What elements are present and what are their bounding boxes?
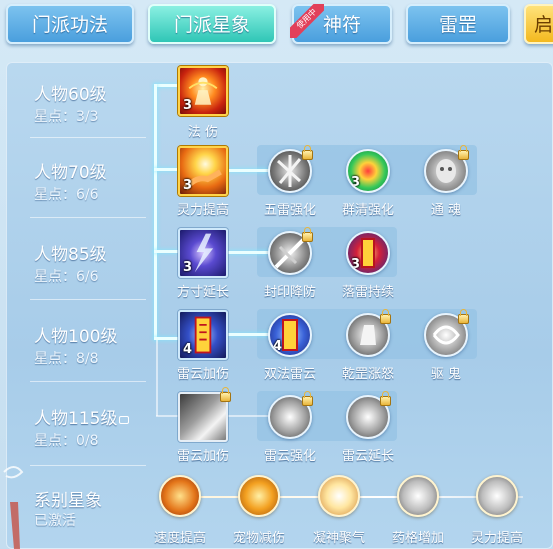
tier-85-title: 人物85级 — [34, 245, 107, 265]
skill-label: 驱 鬼 — [430, 367, 462, 382]
connector — [156, 340, 158, 416]
tier-115-title-text: 人物115级 — [34, 409, 118, 429]
skill-thunder-last[interactable]: 3 — [346, 231, 390, 275]
tier-115-title: 人物115级 — [34, 404, 130, 429]
tier-115-points: 星点：0/8 — [34, 433, 99, 449]
skill-double-cloud[interactable]: 4 — [268, 313, 312, 357]
tier-70-points: 星点：6/6 — [34, 187, 99, 203]
series-title: 系别星象 — [34, 491, 102, 511]
lock-icon — [220, 387, 231, 402]
divider — [30, 381, 146, 382]
skill-level: 3 — [351, 175, 361, 190]
series-item-label: 宠物减伤 — [232, 531, 285, 546]
series-item-label: 药格增加 — [391, 531, 444, 546]
skill-level: 3 — [183, 260, 193, 275]
skill-label: 封印降防 — [263, 285, 316, 300]
skill-label: 法 伤 — [187, 125, 219, 140]
skill-label: 雷云强化 — [263, 449, 316, 464]
lock-icon — [302, 145, 313, 160]
connector — [228, 415, 270, 417]
skill-group-clear[interactable]: 3 — [346, 149, 390, 193]
tier-85-points: 星点：6/6 — [34, 269, 99, 285]
cloud-ornament-icon — [3, 466, 24, 549]
skill-label: 雷云加伤 — [176, 449, 229, 464]
tab-start[interactable]: 启 — [524, 4, 553, 44]
lock-icon — [458, 145, 469, 160]
divider — [30, 137, 146, 138]
tier-70-title: 人物70级 — [34, 163, 107, 183]
skill-level: 4 — [273, 339, 283, 354]
focus-qi-icon[interactable] — [318, 475, 360, 517]
divider — [30, 217, 146, 218]
lock-icon — [380, 309, 391, 324]
skill-spirit-boost[interactable]: 3 — [178, 146, 228, 196]
lock-icon — [302, 391, 313, 406]
tab-thunder[interactable]: 雷罡 — [406, 4, 510, 44]
medicine-boost-icon[interactable] — [397, 475, 439, 517]
divider — [30, 465, 146, 466]
tab-sect-stars[interactable]: 门派星象 — [148, 4, 276, 44]
skill-fangcun-extend[interactable]: 3 — [178, 228, 228, 278]
lock-icon — [119, 416, 130, 424]
pet-damage-reduce-icon[interactable] — [238, 475, 280, 517]
spirit-boost-icon[interactable] — [476, 475, 518, 517]
connector — [154, 84, 157, 340]
skill-label: 双法雷云 — [263, 367, 316, 382]
tier-60-title: 人物60级 — [34, 85, 107, 105]
lock-icon — [302, 227, 313, 242]
connector — [156, 415, 178, 417]
skill-label: 雷云延长 — [341, 449, 394, 464]
in-use-badge: 使用中 — [290, 4, 324, 38]
skill-magic-damage[interactable]: 3 — [178, 66, 228, 116]
tab-talisman[interactable]: 神符 使用中 — [290, 4, 392, 44]
series-status: 已激活 — [34, 513, 76, 529]
skill-label: 五雷强化 — [263, 203, 316, 218]
stars-panel — [6, 62, 553, 549]
connector — [228, 333, 270, 336]
series-item-label: 凝神聚气 — [312, 531, 365, 546]
skill-label: 通 魂 — [430, 203, 462, 218]
skill-label: 群清强化 — [341, 203, 394, 218]
skill-cloud-damage[interactable]: 4 — [178, 310, 228, 360]
tier-60-points: 星点：3/3 — [34, 109, 99, 125]
skill-label: 方寸延长 — [176, 285, 229, 300]
lock-icon — [458, 309, 469, 324]
skill-level: 4 — [183, 342, 193, 357]
series-item-label: 速度提高 — [153, 531, 206, 546]
connector — [154, 168, 178, 171]
skill-label: 灵力提高 — [176, 203, 229, 218]
series-item-label: 灵力提高 — [470, 531, 523, 546]
skill-label: 雷云加伤 — [176, 367, 229, 382]
lock-icon — [380, 391, 391, 406]
divider — [30, 299, 146, 300]
connector — [154, 250, 178, 253]
connector — [154, 84, 178, 87]
connector — [228, 169, 270, 172]
tab-talisman-label: 神符 — [322, 14, 361, 36]
tab-bar: 门派功法 门派星象 神符 使用中 雷罡 启 — [0, 0, 553, 50]
tier-100-title: 人物100级 — [34, 327, 118, 347]
speed-boost-icon[interactable] — [159, 475, 201, 517]
skill-level: 3 — [183, 98, 193, 113]
skill-label: 落雷持续 — [341, 285, 394, 300]
skill-level: 3 — [183, 178, 193, 193]
tier-100-points: 星点：8/8 — [34, 351, 99, 367]
skill-label: 乾罡涨怒 — [341, 367, 394, 382]
connector — [228, 251, 270, 254]
tab-sect-skills[interactable]: 门派功法 — [6, 4, 134, 44]
skill-level: 3 — [351, 257, 361, 272]
